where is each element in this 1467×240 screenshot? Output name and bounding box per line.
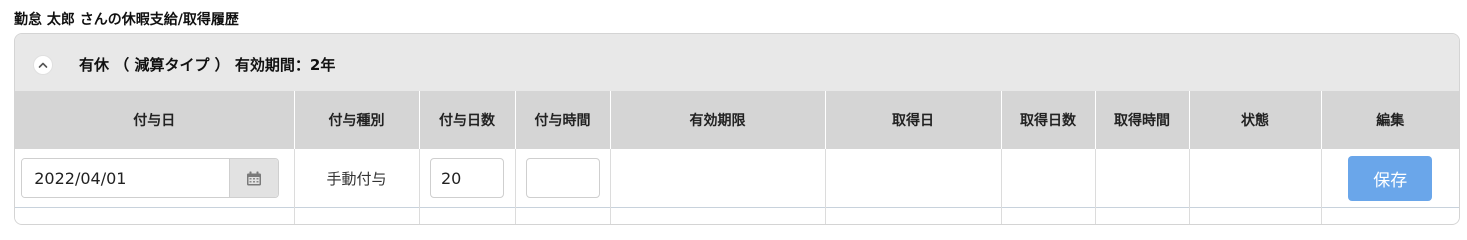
table-header-row: 付与日 付与種別 付与日数 付与時間 有効期限 取得日 取得日数 取得時間 状態… <box>15 91 1459 149</box>
panel-header: 有休 （ 減算タイプ ） 有効期間：2年 <box>15 34 1459 91</box>
status-cell <box>1189 149 1322 208</box>
calendar-button[interactable] <box>229 159 279 197</box>
collapse-button[interactable] <box>33 55 53 75</box>
save-button[interactable]: 保存 <box>1348 155 1433 201</box>
grant-date-input[interactable] <box>22 159 230 197</box>
chevron-up-icon <box>37 59 49 71</box>
table-row <box>15 207 1459 224</box>
taken-days-cell <box>1001 149 1096 208</box>
col-header-taken-date: 取得日 <box>825 91 1002 149</box>
grant-hours-input[interactable] <box>525 158 600 198</box>
grant-days-input[interactable] <box>430 158 504 198</box>
col-header-edit: 編集 <box>1321 91 1459 149</box>
col-header-grant-days: 付与日数 <box>419 91 516 149</box>
panel-title: 有休 （ 減算タイプ ） 有効期間：2年 <box>79 56 336 74</box>
grant-date-cell <box>15 149 295 208</box>
col-header-taken-hours: 取得時間 <box>1095 91 1190 149</box>
col-header-grant-type: 付与種別 <box>294 91 420 149</box>
table-row: 手動付与 保存 <box>15 149 1459 208</box>
col-header-status: 状態 <box>1189 91 1322 149</box>
calendar-icon <box>246 171 262 186</box>
col-header-grant-hours: 付与時間 <box>515 91 611 149</box>
taken-date-cell <box>825 149 1002 208</box>
grant-days-cell <box>419 149 516 208</box>
grant-type-cell: 手動付与 <box>294 149 420 208</box>
grant-hours-cell <box>515 149 611 208</box>
col-header-taken-days: 取得日数 <box>1001 91 1096 149</box>
col-header-expiry: 有効期限 <box>610 91 826 149</box>
expiry-cell <box>610 149 826 208</box>
page-title: 勤怠 太郎 さんの休暇支給/取得履歴 <box>14 12 239 28</box>
edit-cell: 保存 <box>1321 149 1459 208</box>
col-header-grant-date: 付与日 <box>15 91 295 149</box>
leave-panel: 有休 （ 減算タイプ ） 有効期間：2年 付与日 付与種別 付与日数 付与時間 … <box>14 33 1460 225</box>
taken-hours-cell <box>1095 149 1190 208</box>
grant-date-group <box>21 158 280 198</box>
grant-history-table: 付与日 付与種別 付与日数 付与時間 有効期限 取得日 取得日数 取得時間 状態… <box>15 91 1459 224</box>
